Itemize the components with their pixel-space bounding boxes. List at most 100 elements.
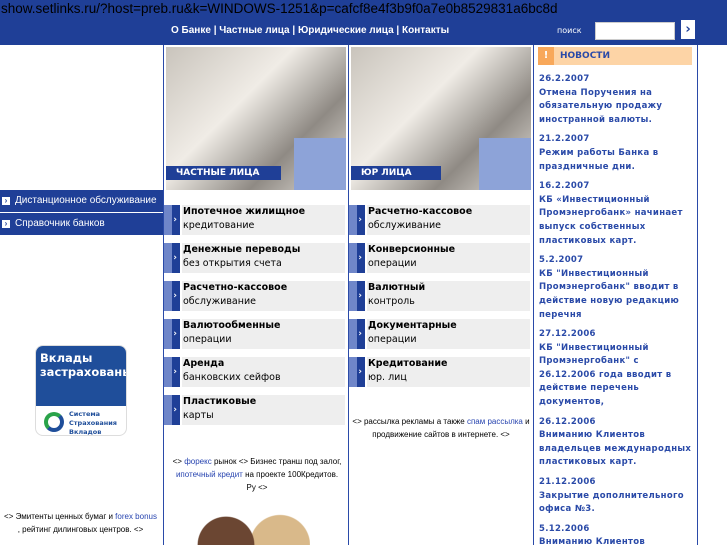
service-title: Документарные xyxy=(368,320,457,331)
news-item[interactable]: 5.12.2006 Вниманию Клиентов xyxy=(539,523,697,550)
service-title: Конверсионные xyxy=(368,244,456,255)
news-text: Вниманию Клиентов xyxy=(539,537,646,548)
service-subtitle: без открытия счета xyxy=(183,258,282,269)
service-title: Пластиковые xyxy=(183,396,257,407)
nav-contacts[interactable]: Контакты xyxy=(402,25,449,36)
news-item[interactable]: 27.12.2006 КБ "Инвестиционный Промэнергоб… xyxy=(539,328,697,410)
menu-remote-service[interactable]: › Дистанционное обслуживание xyxy=(0,190,163,212)
service-link[interactable]: › Ипотечное жилищное кредитование xyxy=(164,205,347,235)
news-item[interactable]: 26.2.2007 Отмена Поручения на обязательну… xyxy=(539,73,697,127)
service-link[interactable]: › Расчетно-кассовое обслуживание xyxy=(164,281,347,311)
news-text: Вниманию Клиентов владельцев международн… xyxy=(539,430,692,468)
service-subtitle: карты xyxy=(183,410,214,421)
badge-title: Вклады застрахованы xyxy=(36,346,126,406)
service-subtitle: обслуживание xyxy=(183,296,256,307)
badge-subtitle: Система Страхования Вкладов xyxy=(69,410,117,436)
service-link[interactable]: › Документарные операции xyxy=(349,319,532,349)
news-date: 21.2.2007 xyxy=(539,134,590,145)
divider xyxy=(697,45,698,545)
ad-right: <> рассылка рекламы а также спам рассылк… xyxy=(352,417,530,439)
people-photo xyxy=(190,505,310,545)
nav-private[interactable]: Частные лица xyxy=(219,25,289,36)
arrow-icon: › xyxy=(164,205,180,235)
service-link[interactable]: › Конверсионные операции xyxy=(349,243,532,273)
news-text: Режим работы Банка в праздничные дни. xyxy=(539,147,659,172)
ad-center: <> форекс рынок <> Бизнес транш под зало… xyxy=(172,457,342,492)
service-subtitle: кредитование xyxy=(183,220,255,231)
service-subtitle: юр. лиц xyxy=(368,372,407,383)
service-link[interactable]: › Расчетно-кассовое обслуживание xyxy=(349,205,532,235)
service-link[interactable]: › Пластиковые карты xyxy=(164,395,347,425)
service-link[interactable]: › Аренда банковских сейфов xyxy=(164,357,347,387)
news-item[interactable]: 21.2.2007 Режим работы Банка в праздничны… xyxy=(539,133,697,174)
menu-bank-directory[interactable]: › Справочник банков xyxy=(0,213,163,235)
news-text: Отмена Поручения на обязательную продажу… xyxy=(539,87,663,125)
service-subtitle: обслуживание xyxy=(368,220,441,231)
news-date: 16.2.2007 xyxy=(539,181,590,192)
ad-link[interactable]: ипотечный кредит xyxy=(176,470,243,479)
arrow-icon: › xyxy=(349,357,365,387)
service-link[interactable]: › Валютный контроль xyxy=(349,281,532,311)
menu-label: Справочник банков xyxy=(15,218,105,229)
news-header: ! НОВОСТИ xyxy=(538,47,692,65)
arrow-icon: › xyxy=(2,220,10,228)
service-title: Расчетно-кассовое xyxy=(183,282,288,293)
menu-label: Дистанционное обслуживание xyxy=(15,195,157,206)
corporate-banner[interactable]: ЮР ЛИЦА xyxy=(351,47,531,190)
service-subtitle: контроль xyxy=(368,296,415,307)
exclamation-icon: ! xyxy=(538,47,554,65)
header: show.setlinks.ru/?host=preb.ru&k=WINDOWS… xyxy=(0,0,727,45)
service-link[interactable]: › Денежные переводы без открытия счета xyxy=(164,243,347,273)
ad-link[interactable]: форекс xyxy=(184,457,212,466)
banner-caption: ЮР ЛИЦА xyxy=(351,166,441,180)
news-text: Закрытие дополнительного офиса №3. xyxy=(539,490,684,515)
news-title: НОВОСТИ xyxy=(560,51,610,61)
news-date: 5.2.2007 xyxy=(539,255,584,266)
search-label: поиск xyxy=(557,26,582,35)
service-title: Ипотечное жилищное xyxy=(183,206,306,217)
search-button[interactable]: › xyxy=(681,20,695,39)
arrow-icon: › xyxy=(349,319,365,349)
news-item[interactable]: 26.12.2006 Вниманию Клиентов владельцев м… xyxy=(539,416,697,470)
service-link[interactable]: › Валютообменные операции xyxy=(164,319,347,349)
news-date: 27.12.2006 xyxy=(539,329,596,340)
divider xyxy=(533,45,534,545)
service-subtitle: операции xyxy=(183,334,232,345)
ad-left: <> Эмитенты ценных бумаг и forex bonus ,… xyxy=(4,512,157,534)
service-title: Денежные переводы xyxy=(183,244,301,255)
news-item[interactable]: 16.2.2007 КБ «Инвестиционный Промэнергоба… xyxy=(539,180,697,248)
search-input[interactable] xyxy=(595,22,675,40)
news-item[interactable]: 21.12.2006 Закрытие дополнительного офиса… xyxy=(539,476,697,517)
arrow-icon: › xyxy=(164,281,180,311)
news-date: 26.2.2007 xyxy=(539,74,590,84)
url-text: show.setlinks.ru/?host=preb.ru&k=WINDOWS… xyxy=(1,1,558,16)
deposit-insurance-badge[interactable]: Вклады застрахованы Система Страхования … xyxy=(35,345,127,436)
arrow-icon: › xyxy=(349,205,365,235)
people-icon xyxy=(294,138,346,190)
news-item[interactable]: 5.2.2007 КБ "Инвестиционный Промэнергобан… xyxy=(539,254,697,322)
service-subtitle: банковских сейфов xyxy=(183,372,281,383)
news-date: 21.12.2006 xyxy=(539,477,596,488)
nav-about[interactable]: О Банке xyxy=(171,25,211,36)
main-nav: О Банке | Частные лица | Юридические лиц… xyxy=(171,25,450,36)
arrow-icon: › xyxy=(2,197,10,205)
ad-link[interactable]: спам рассылка xyxy=(467,417,523,426)
news-list: 26.2.2007 Отмена Поручения на обязательну… xyxy=(539,73,697,556)
arrow-icon: › xyxy=(164,395,180,425)
arrow-icon: › xyxy=(164,319,180,349)
service-link[interactable]: › Кредитование юр. лиц xyxy=(349,357,532,387)
news-text: КБ "Инвестиционный Промэнергобанк" с 26.… xyxy=(539,342,672,408)
dsv-logo-icon xyxy=(44,412,64,432)
service-title: Валютообменные xyxy=(183,320,281,331)
service-title: Расчетно-кассовое xyxy=(368,206,473,217)
people-icon xyxy=(479,138,531,190)
service-title: Кредитование xyxy=(368,358,448,369)
news-text: КБ «Инвестиционный Промэнергобанк» начин… xyxy=(539,194,683,246)
private-persons-banner[interactable]: ЧАСТНЫЕ ЛИЦА xyxy=(166,47,346,190)
nav-corporate[interactable]: Юридические лица xyxy=(298,25,394,36)
banner-caption: ЧАСТНЫЕ ЛИЦА xyxy=(166,166,281,180)
arrow-icon: › xyxy=(349,281,365,311)
ad-link[interactable]: forex bonus xyxy=(115,512,157,521)
service-subtitle: операции xyxy=(368,258,417,269)
arrow-icon: › xyxy=(349,243,365,273)
